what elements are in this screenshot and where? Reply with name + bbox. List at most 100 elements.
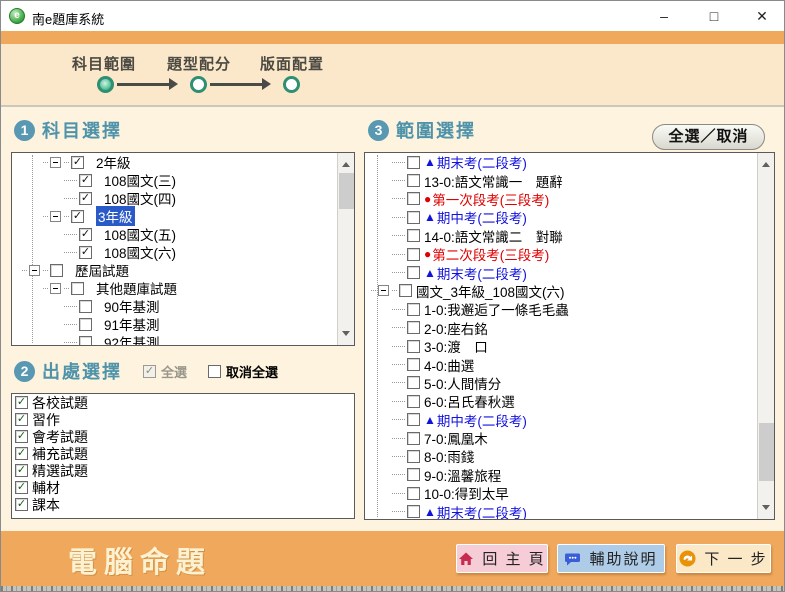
tree-item-label[interactable]: 8-0:雨錢 bbox=[424, 446, 474, 466]
checkbox[interactable] bbox=[407, 248, 420, 261]
help-button[interactable]: 輔助說明 bbox=[557, 544, 665, 573]
select-all-checkbox[interactable]: ✓ 全選 bbox=[143, 362, 187, 381]
tree-item[interactable]: ▲期末考(二段考) bbox=[365, 263, 774, 281]
tree-item-label[interactable]: 國文_3年級_108國文(六) bbox=[416, 281, 565, 301]
tree-item[interactable]: 13-0:語文常識一 題辭 bbox=[365, 171, 774, 189]
tree-item[interactable]: ✓108國文(四) bbox=[12, 189, 354, 207]
tree-item[interactable]: ✓108國文(三) bbox=[12, 171, 354, 189]
checkbox[interactable] bbox=[407, 505, 420, 518]
tree-item-label[interactable]: 期末考(二段考) bbox=[437, 502, 527, 520]
tree-item[interactable]: ✓ 3年級 bbox=[12, 207, 354, 225]
expand-collapse-icon[interactable] bbox=[50, 283, 61, 294]
checkbox[interactable] bbox=[407, 192, 420, 205]
checkbox[interactable]: ✓ bbox=[71, 156, 84, 169]
checkbox[interactable]: ✓ bbox=[79, 192, 92, 205]
checkbox[interactable]: ✓ bbox=[15, 481, 28, 494]
tree-item[interactable]: ●第一次段考(三段考) bbox=[365, 190, 774, 208]
tree-item[interactable]: 其他題庫試題 bbox=[12, 279, 354, 297]
tree-item[interactable]: ▲期末考(二段考) bbox=[365, 502, 774, 520]
source-list-item[interactable]: ✓輔材 bbox=[12, 479, 354, 496]
scrollbar-thumb[interactable] bbox=[759, 423, 774, 481]
source-list-item[interactable]: ✓課本 bbox=[12, 496, 354, 513]
tree-item-label[interactable]: 期中考(二段考) bbox=[437, 410, 527, 430]
tree-item[interactable]: 1-0:我邂逅了一條毛毛蟲 bbox=[365, 300, 774, 318]
tree-item-label[interactable]: 14-0:語文常識二 對聯 bbox=[424, 226, 563, 246]
tree-item-label[interactable]: 1-0:我邂逅了一條毛毛蟲 bbox=[424, 299, 569, 319]
tree-item[interactable]: ▲期末考(二段考) bbox=[365, 153, 774, 171]
range-tree-scrollbar[interactable] bbox=[757, 153, 774, 519]
minimize-button[interactable]: – bbox=[647, 1, 681, 31]
checkbox[interactable] bbox=[407, 413, 420, 426]
checkbox[interactable]: ✓ bbox=[15, 464, 28, 477]
checkbox[interactable]: ✓ bbox=[15, 498, 28, 511]
source-checkbox-listbox[interactable]: ✓各校試題✓習作✓會考試題✓補充試題✓精選試題✓輔材✓課本 bbox=[11, 393, 355, 519]
checkbox[interactable]: ✓ bbox=[15, 413, 28, 426]
tree-item-label[interactable]: 第二次段考(三段考) bbox=[432, 244, 549, 264]
tree-item-label[interactable]: 3年級 bbox=[96, 206, 135, 226]
tree-item-label[interactable]: 9-0:溫馨旅程 bbox=[424, 465, 501, 485]
tree-item[interactable]: ✓ 108國文(六) bbox=[12, 243, 354, 261]
scrollbar-thumb[interactable] bbox=[339, 173, 354, 209]
checkbox[interactable] bbox=[407, 450, 420, 463]
checkbox[interactable] bbox=[407, 468, 420, 481]
checkbox[interactable]: ✓ bbox=[15, 447, 28, 460]
checkbox[interactable]: ✓ bbox=[79, 228, 92, 241]
subject-tree-listbox[interactable]: ✓2年級✓108國文(三)✓108國文(四)✓3年級✓108國文(五)✓108國… bbox=[11, 152, 355, 346]
checkbox[interactable] bbox=[407, 229, 420, 242]
tree-item[interactable]: 6-0:呂氏春秋選 bbox=[365, 392, 774, 410]
tree-item-label[interactable]: 2年級 bbox=[96, 152, 131, 172]
tree-item[interactable]: 91年基測 bbox=[12, 315, 354, 333]
tree-item[interactable]: 國文_3年級_108國文(六) bbox=[365, 282, 774, 300]
maximize-button[interactable]: □ bbox=[697, 1, 731, 31]
tree-item[interactable]: ▲期中考(二段考) bbox=[365, 208, 774, 226]
tree-item[interactable]: ✓ 108國文(五) bbox=[12, 225, 354, 243]
checkbox[interactable]: ✓ bbox=[15, 396, 28, 409]
tree-item[interactable]: 10-0:得到太早 bbox=[365, 484, 774, 502]
tree-item[interactable]: 7-0:鳳凰木 bbox=[365, 429, 774, 447]
source-list-item[interactable]: ✓各校試題 bbox=[12, 394, 354, 411]
scroll-up-icon[interactable] bbox=[758, 153, 775, 170]
tree-item-label[interactable]: 108國文(五) bbox=[104, 224, 176, 244]
expand-collapse-icon[interactable] bbox=[50, 211, 61, 222]
checkbox[interactable] bbox=[79, 318, 92, 331]
tree-item-label[interactable]: 第一次段考(三段考) bbox=[432, 189, 549, 209]
checkbox[interactable]: ✓ bbox=[71, 210, 84, 223]
tree-item[interactable]: 歷屆試題 bbox=[12, 261, 354, 279]
tree-item-label[interactable]: 5-0:人間情分 bbox=[424, 373, 501, 393]
checkbox[interactable]: ✓ bbox=[15, 430, 28, 443]
tree-item-label[interactable]: 92年基測 bbox=[104, 332, 160, 346]
checkbox[interactable] bbox=[399, 284, 412, 297]
checkbox[interactable] bbox=[407, 321, 420, 334]
source-list-item[interactable]: ✓精選試題 bbox=[12, 462, 354, 479]
checkbox[interactable] bbox=[79, 300, 92, 313]
tree-item-label[interactable]: 歷屆試題 bbox=[75, 260, 129, 280]
tree-item[interactable]: 14-0:語文常識二 對聯 bbox=[365, 227, 774, 245]
tree-item[interactable]: ●第二次段考(三段考) bbox=[365, 245, 774, 263]
tree-item[interactable]: 8-0:雨錢 bbox=[365, 447, 774, 465]
select-toggle-button[interactable]: 全選／取消 bbox=[652, 124, 765, 150]
scroll-up-icon[interactable] bbox=[338, 153, 355, 170]
expand-collapse-icon[interactable] bbox=[29, 265, 40, 276]
tree-item[interactable]: 4-0:曲選 bbox=[365, 355, 774, 373]
next-step-button[interactable]: 下 一 步 bbox=[676, 544, 771, 573]
scroll-down-icon[interactable] bbox=[338, 328, 355, 345]
checkbox[interactable] bbox=[407, 174, 420, 187]
tree-item[interactable]: ✓ 2年級 bbox=[12, 153, 354, 171]
tree-item-label[interactable]: 7-0:鳳凰木 bbox=[424, 428, 488, 448]
tree-item[interactable]: 5-0:人間情分 bbox=[365, 374, 774, 392]
tree-item-label[interactable]: 期末考(二段考) bbox=[437, 152, 527, 172]
tree-item[interactable]: 3-0:渡 口 bbox=[365, 337, 774, 355]
tree-item-label[interactable]: 10-0:得到太早 bbox=[424, 483, 509, 503]
range-tree-listbox[interactable]: ▲期末考(二段考)13-0:語文常識一 題辭●第一次段考(三段考)▲期中考(二段… bbox=[364, 152, 775, 520]
checkbox[interactable] bbox=[79, 336, 92, 347]
tree-item-label[interactable]: 108國文(三) bbox=[104, 170, 176, 190]
tree-item-label[interactable]: 3-0:渡 口 bbox=[424, 336, 488, 356]
close-button[interactable]: ✕ bbox=[745, 1, 779, 31]
checkbox[interactable] bbox=[71, 282, 84, 295]
checkbox[interactable] bbox=[407, 376, 420, 389]
checkbox[interactable]: ✓ bbox=[79, 246, 92, 259]
expand-collapse-icon[interactable] bbox=[50, 157, 61, 168]
tree-item-label[interactable]: 108國文(六) bbox=[104, 242, 176, 262]
tree-item-label[interactable]: 其他題庫試題 bbox=[96, 278, 177, 298]
source-list-item[interactable]: ✓習作 bbox=[12, 411, 354, 428]
